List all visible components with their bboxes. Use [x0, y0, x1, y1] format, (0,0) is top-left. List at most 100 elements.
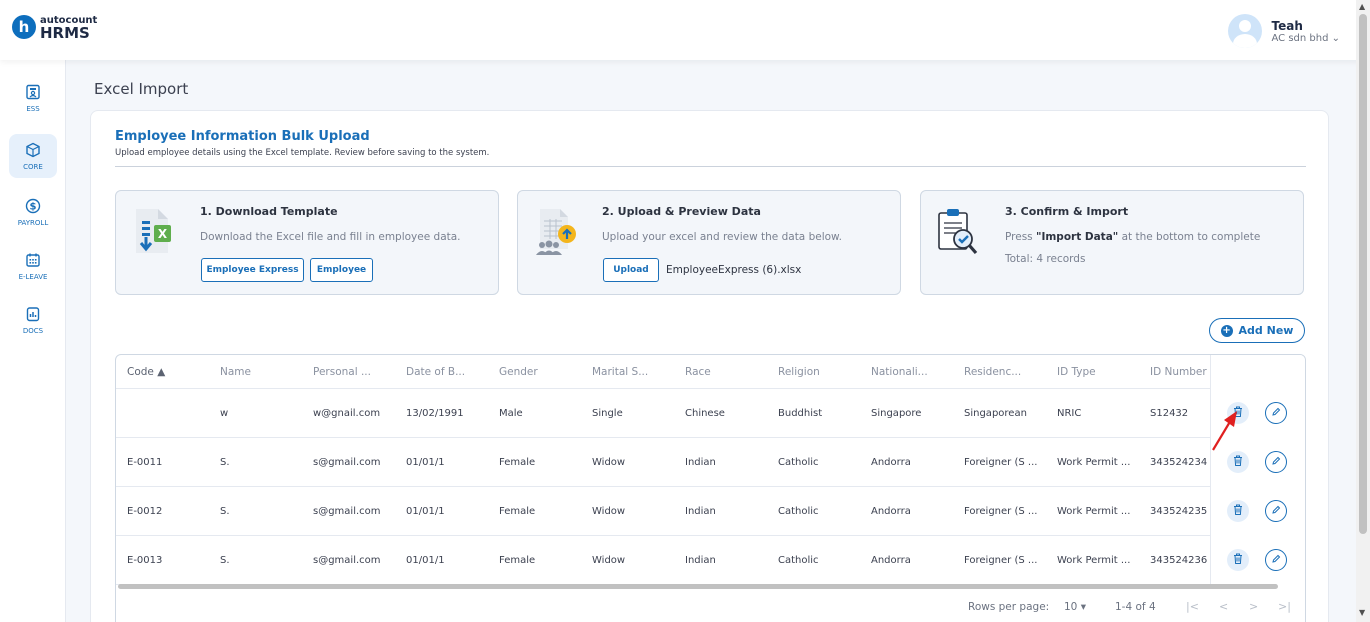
card-subtitle: Upload employee details using the Excel …	[115, 148, 490, 158]
step-description: Upload your excel and review the data be…	[602, 231, 843, 243]
cell-id-number: 343524236	[1150, 555, 1208, 566]
cell-gender: Male	[499, 408, 523, 419]
table-horizontal-scrollbar[interactable]	[118, 584, 1278, 589]
sidebar-item-e-leave[interactable]: E-LEAVE	[9, 244, 57, 288]
cell-id-type: Work Permit ...	[1057, 555, 1131, 566]
column-header-marital-status[interactable]: Marital S...	[592, 366, 648, 378]
cell-marital-status: Single	[592, 408, 623, 419]
cell-name: S.	[220, 506, 230, 517]
user-name: Teah	[1271, 18, 1303, 33]
first-page-icon[interactable]: |<	[1186, 600, 1199, 613]
edit-row-button[interactable]	[1265, 402, 1287, 424]
delete-row-button[interactable]	[1227, 500, 1249, 522]
cell-religion: Buddhist	[778, 408, 823, 419]
column-header-id-type[interactable]: ID Type	[1057, 366, 1096, 378]
cell-residency: Foreigner (S ...	[964, 506, 1038, 517]
step-title: 3. Confirm & Import	[1005, 205, 1129, 218]
page-scrollbar[interactable]: ▲ ▼	[1356, 0, 1370, 622]
desc-prefix: Press	[1005, 231, 1036, 243]
employee-express-template-button[interactable]: Employee Express	[201, 258, 304, 282]
sidebar-item-ess[interactable]: ESS	[9, 76, 57, 120]
cell-residency: Foreigner (S ...	[964, 457, 1038, 468]
column-header-religion[interactable]: Religion	[778, 366, 820, 378]
cell-residency: Foreigner (S ...	[964, 555, 1038, 566]
cell-id-number: S12432	[1150, 408, 1189, 419]
column-header-date-of-birth[interactable]: Date of B...	[406, 366, 465, 378]
table-row[interactable]: E-0012 S. s@gmail.com 01/01/1 Female Wid…	[116, 487, 1305, 536]
cell-race: Indian	[685, 457, 716, 468]
trash-icon	[1233, 504, 1243, 518]
user-menu[interactable]: Teah AC sdn bhd ⌄	[1227, 14, 1341, 48]
column-header-personal-email[interactable]: Personal ...	[313, 366, 371, 378]
column-header-residency[interactable]: Residenc...	[964, 366, 1021, 378]
company-selector[interactable]: AC sdn bhd ⌄	[1272, 33, 1341, 44]
delete-row-button[interactable]	[1227, 451, 1249, 473]
table-row[interactable]: E-0013 S. s@gmail.com 01/01/1 Female Wid…	[116, 536, 1305, 585]
sidebar-item-label: E-LEAVE	[18, 272, 48, 281]
cube-icon	[25, 142, 41, 161]
table-row[interactable]: E-0011 S. s@gmail.com 01/01/1 Female Wid…	[116, 438, 1305, 487]
edit-row-button[interactable]	[1265, 549, 1287, 571]
cell-date-of-birth: 01/01/1	[406, 555, 445, 566]
cell-marital-status: Widow	[592, 555, 626, 566]
scroll-down-icon[interactable]: ▼	[1359, 608, 1365, 617]
table-row[interactable]: w w@gnail.com 13/02/1991 Male Single Chi…	[116, 389, 1305, 438]
sidebar-item-label: DOCS	[22, 326, 44, 335]
edit-row-button[interactable]	[1265, 500, 1287, 522]
column-header-race[interactable]: Race	[685, 366, 711, 378]
import-data-emphasis: "Import Data"	[1035, 231, 1119, 243]
cell-residency: Singaporean	[964, 408, 1027, 419]
calendar-icon	[25, 252, 41, 271]
cell-race: Chinese	[685, 408, 725, 419]
cell-gender: Female	[499, 506, 536, 517]
scrollbar-thumb[interactable]	[1359, 14, 1367, 534]
divider	[115, 166, 1306, 167]
ess-icon	[25, 84, 41, 103]
sidebar-item-core[interactable]: CORE	[9, 134, 57, 178]
column-header-code[interactable]: Code ▲	[127, 366, 165, 378]
cell-code: E-0011	[127, 457, 163, 468]
cell-personal-email: s@gmail.com	[313, 457, 381, 468]
step-download-template: X 1. Download Template Download the Exce…	[115, 190, 499, 295]
edit-row-button[interactable]	[1265, 451, 1287, 473]
page-title: Excel Import	[94, 80, 189, 98]
employee-preview-table: Code ▲ Name Personal ... Date of B... Ge…	[115, 354, 1306, 622]
cell-id-number: 343524235	[1150, 506, 1208, 517]
sidebar: ESS CORE $ PAYROLL E-LEAVE DOCS	[0, 60, 66, 622]
cell-religion: Catholic	[778, 457, 819, 468]
docs-icon	[25, 306, 41, 325]
sidebar-item-docs[interactable]: DOCS	[9, 298, 57, 342]
cell-id-type: Work Permit ...	[1057, 506, 1131, 517]
annotation-arrow-icon	[1212, 411, 1237, 451]
avatar[interactable]	[1227, 14, 1262, 48]
column-header-gender[interactable]: Gender	[499, 366, 538, 378]
cell-marital-status: Widow	[592, 506, 626, 517]
column-header-id-number[interactable]: ID Number	[1150, 366, 1207, 378]
pencil-icon	[1271, 407, 1281, 420]
scroll-up-icon[interactable]: ▲	[1359, 2, 1365, 11]
hrms-logo[interactable]: h autocount HRMS	[12, 15, 97, 41]
rows-per-page-select[interactable]: 10 ▾	[1064, 601, 1086, 613]
svg-text:$: $	[30, 201, 37, 212]
plus-circle-icon: +	[1220, 324, 1233, 337]
logo-mark: h	[12, 15, 36, 39]
cell-date-of-birth: 13/02/1991	[406, 408, 464, 419]
sidebar-item-payroll[interactable]: $ PAYROLL	[9, 190, 57, 234]
dollar-icon: $	[25, 198, 41, 217]
cell-date-of-birth: 01/01/1	[406, 457, 445, 468]
add-new-button[interactable]: + Add New	[1209, 318, 1305, 343]
trash-icon	[1233, 455, 1243, 469]
previous-page-icon[interactable]: <	[1219, 600, 1228, 613]
column-header-nationality[interactable]: Nationali...	[871, 366, 928, 378]
upload-button[interactable]: Upload	[603, 258, 659, 282]
employee-template-button[interactable]: Employee	[310, 258, 373, 282]
cell-name: w	[220, 408, 229, 419]
column-header-name[interactable]: Name	[220, 366, 251, 378]
last-page-icon[interactable]: >|	[1278, 600, 1291, 613]
cell-religion: Catholic	[778, 555, 819, 566]
cell-nationality: Andorra	[871, 555, 911, 566]
next-page-icon[interactable]: >	[1249, 600, 1258, 613]
trash-icon	[1233, 553, 1243, 567]
delete-row-button[interactable]	[1227, 549, 1249, 571]
cell-marital-status: Widow	[592, 457, 626, 468]
